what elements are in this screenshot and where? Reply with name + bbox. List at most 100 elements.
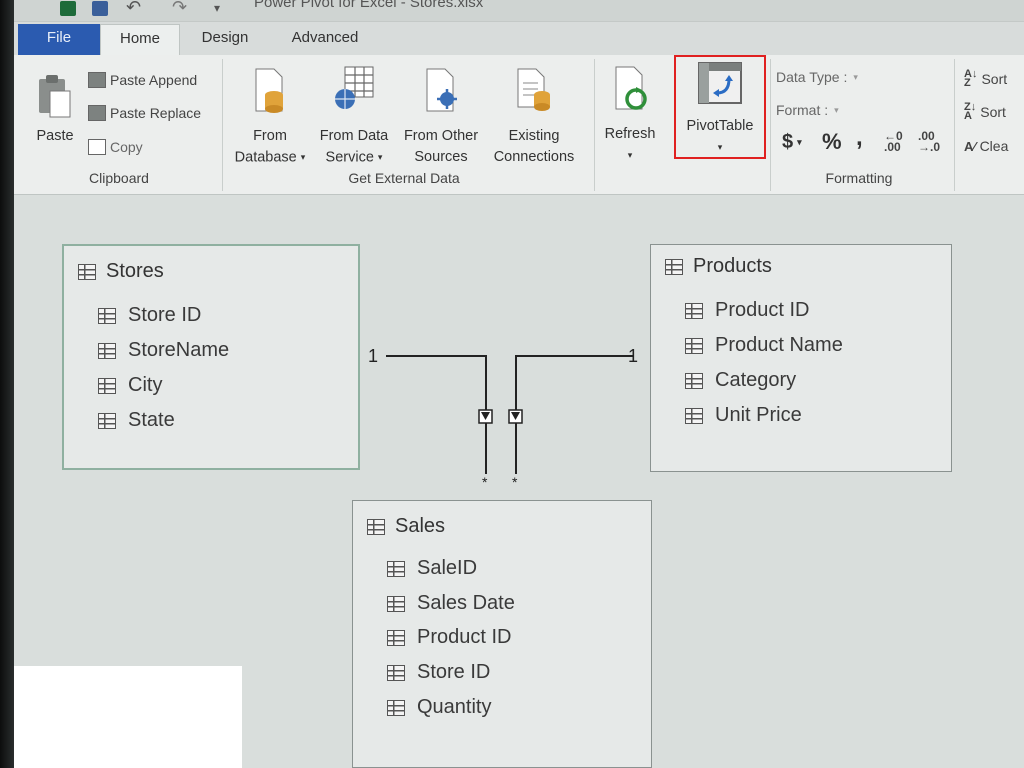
field-row[interactable]: Sales Date — [387, 592, 515, 615]
existing-connections-button[interactable]: Existing Connections — [488, 65, 580, 168]
paste-append-icon — [88, 72, 106, 88]
customize-qat-icon[interactable]: ▾ — [214, 1, 230, 16]
sort-descending-button[interactable]: Z↓ A Sort — [964, 101, 1006, 123]
dropdown-caret-icon: ▾ — [834, 104, 839, 115]
decrease-decimal-icon: .00 →.0 — [918, 129, 941, 154]
clipboard-icon — [39, 75, 71, 118]
field-row[interactable]: Category — [685, 369, 796, 392]
column-icon — [387, 664, 405, 681]
excel-icon[interactable] — [60, 1, 76, 16]
from-other-sources-button[interactable]: From Other Sources — [398, 65, 484, 168]
decrease-decimal-button[interactable]: .00 →.0 — [918, 129, 941, 154]
clipboard-group-label: Clipboard — [89, 170, 149, 186]
field-name: State — [128, 409, 175, 431]
currency-symbol: $ — [782, 130, 794, 153]
table-header[interactable]: Sales — [367, 515, 445, 538]
pivottable-button[interactable]: PivotTable ▾ — [676, 61, 764, 158]
copy-label: Copy — [110, 139, 143, 155]
table-header[interactable]: Products — [665, 255, 772, 278]
save-icon[interactable] — [92, 1, 108, 16]
relationship-many-label: * — [482, 474, 488, 490]
column-icon — [98, 377, 116, 394]
field-row[interactable]: Product Name — [685, 334, 843, 357]
column-icon — [685, 302, 703, 319]
field-row[interactable]: StoreName — [98, 339, 229, 362]
field-row[interactable]: Store ID — [387, 661, 490, 684]
undo-icon[interactable]: ↶ — [126, 0, 142, 16]
pivottable-icon — [698, 62, 742, 104]
field-name: Product Name — [715, 334, 843, 356]
field-row[interactable]: City — [98, 374, 162, 397]
comma-symbol: , — [856, 124, 863, 151]
field-row[interactable]: Product ID — [685, 299, 809, 322]
field-row[interactable]: SaleID — [387, 557, 477, 580]
paste-replace-icon — [88, 105, 106, 121]
paste-button[interactable]: Paste — [30, 73, 80, 147]
table-header[interactable]: Stores — [78, 260, 164, 283]
relationship-line-products-sales — [515, 355, 634, 474]
field-name: Product ID — [715, 299, 810, 321]
field-name: Category — [715, 369, 797, 391]
pivottable-label: PivotTable — [686, 118, 754, 134]
from-data-service-button[interactable]: From Data Service ▾ — [312, 65, 396, 168]
database-icon — [255, 68, 283, 113]
relationship-one-label: 1 — [368, 346, 379, 366]
paste-append-button[interactable]: Paste Append — [88, 69, 197, 91]
window-title: Power Pivot for Excel - Stores.xlsx — [254, 0, 484, 11]
field-name: City — [128, 374, 163, 396]
table-sales[interactable]: Sales SaleID Sales Date Product ID Store… — [352, 500, 652, 768]
currency-button[interactable]: $ ▾ — [782, 131, 802, 153]
field-row[interactable]: Product ID — [387, 626, 511, 649]
table-products[interactable]: Products Product ID Product Name Categor… — [650, 244, 952, 472]
refresh-icon — [615, 66, 647, 110]
relationship-many-label: * — [512, 474, 518, 490]
existing-connections-icon — [517, 68, 550, 111]
data-type-dropdown[interactable]: Data Type : ▾ — [776, 66, 858, 88]
dropdown-caret-icon: ▾ — [853, 71, 858, 82]
tab-advanced[interactable]: Advanced — [284, 24, 366, 56]
data-type-label: Data Type : — [776, 69, 848, 85]
percent-button[interactable]: % — [822, 129, 842, 154]
dropdown-caret-icon: ▾ — [627, 150, 633, 160]
comma-button[interactable]: , — [856, 124, 863, 151]
field-row[interactable]: State — [98, 409, 175, 432]
paste-replace-label: Paste Replace — [110, 105, 202, 121]
tab-design[interactable]: Design — [190, 24, 260, 56]
clear-sort-button[interactable]: A⁄ Clea — [964, 135, 1008, 157]
dropdown-caret-icon: ▾ — [300, 152, 306, 162]
format-label: Format : — [776, 102, 829, 118]
refresh-button[interactable]: Refresh ▾ — [598, 63, 662, 166]
sort-ascending-button[interactable]: A↓ Z Sort — [964, 68, 1007, 90]
copy-button[interactable]: Copy — [88, 136, 143, 158]
field-name: Unit Price — [715, 404, 802, 426]
paste-append-label: Paste Append — [110, 72, 198, 88]
group-separator — [222, 59, 223, 191]
format-dropdown[interactable]: Format : ▾ — [776, 99, 839, 121]
existing-label-2: Connections — [493, 149, 575, 165]
copy-icon — [88, 139, 106, 155]
sort-ascending-label: Sort — [981, 71, 1008, 87]
redo-icon[interactable]: ↷ — [172, 0, 188, 16]
group-separator — [954, 59, 955, 191]
from-database-button[interactable]: From Database ▾ — [230, 65, 310, 168]
increase-decimal-button[interactable]: ←0.00 — [884, 130, 903, 153]
field-name: Store ID — [128, 304, 202, 326]
field-row[interactable]: Quantity — [387, 696, 491, 719]
column-icon — [685, 407, 703, 424]
formatting-group-label: Formatting — [825, 170, 893, 186]
from-other-label-1: From Other — [403, 128, 479, 144]
table-stores[interactable]: Stores Store ID StoreName City State — [62, 244, 360, 470]
table-icon — [78, 263, 96, 280]
field-name: StoreName — [128, 339, 230, 361]
field-row[interactable]: Store ID — [98, 304, 201, 327]
field-name: SaleID — [417, 557, 478, 579]
other-sources-icon — [426, 68, 457, 112]
title-bar: ↶ ↷ ▾ Power Pivot for Excel - Stores.xls… — [14, 0, 1024, 22]
field-row[interactable]: Unit Price — [685, 404, 802, 427]
paste-replace-button[interactable]: Paste Replace — [88, 102, 201, 124]
table-name: Products — [693, 255, 772, 277]
column-icon — [387, 595, 405, 612]
tab-file[interactable]: File — [18, 24, 100, 56]
column-icon — [685, 337, 703, 354]
tab-home[interactable]: Home — [100, 24, 180, 57]
